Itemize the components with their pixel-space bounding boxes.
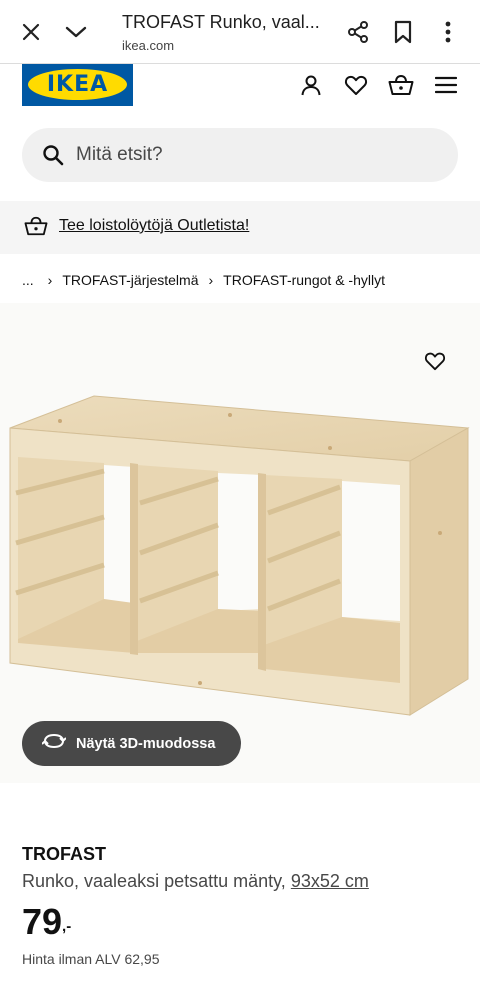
price-without-vat: Hinta ilman ALV 62,95 [22,951,160,967]
chevron-right-icon: › [47,272,53,288]
share-icon[interactable] [340,14,376,50]
product-description: Runko, vaaleaksi petsattu mänty, 93x52 c… [22,871,369,892]
shopping-bag-icon[interactable] [386,70,416,100]
breadcrumb: ... › TROFAST-järjestelmä › TROFAST-rung… [22,270,385,290]
tab-title-area: TROFAST Runko, vaal... ikea.com [122,12,322,53]
menu-icon[interactable] [431,70,461,100]
product-name: TROFAST [22,844,106,864]
product-price: 79 ,- [22,902,71,946]
site-header: IKEA [0,64,480,110]
rotate-3d-icon [41,732,67,755]
close-icon[interactable] [13,14,49,50]
chevron-down-icon[interactable] [58,14,94,50]
outlet-banner[interactable]: Tee loistolöytöjä Outletista! [0,201,480,254]
breadcrumb-item[interactable]: TROFAST-rungot & -hyllyt [223,272,385,288]
breadcrumb-item[interactable]: TROFAST-järjestelmä [62,272,198,288]
product-image[interactable] [0,303,480,783]
product-description-text: Runko, vaaleaksi petsattu mänty, [22,871,286,891]
outlet-link[interactable]: Tee loistolöytöjä Outletista! [59,217,249,235]
search-icon [42,144,64,166]
view-3d-label: Näytä 3D-muodossa [76,735,216,752]
price-main: 79 [22,901,63,942]
chevron-right-icon: › [208,272,214,288]
browser-toolbar: TROFAST Runko, vaal... ikea.com [0,0,480,64]
logo-text: IKEA [46,72,109,97]
more-vert-icon[interactable] [430,14,466,50]
product-size-link[interactable]: 93x52 cm [291,871,369,891]
search-input[interactable] [76,140,436,170]
ikea-logo[interactable]: IKEA [22,64,133,106]
view-3d-button[interactable]: Näytä 3D-muodossa [22,721,241,766]
shelf-illustration [9,395,470,716]
price-suffix: ,- [62,918,72,935]
breadcrumb-ellipsis[interactable]: ... [22,272,34,288]
shopping-bag-icon [24,215,48,239]
bookmark-icon[interactable] [385,14,421,50]
add-to-favourites-icon[interactable] [420,346,450,376]
heart-icon[interactable] [341,70,371,100]
account-icon[interactable] [296,70,326,100]
page-domain: ikea.com [122,38,175,53]
page-title: TROFAST Runko, vaal... [122,12,320,32]
search-bar[interactable] [22,128,458,182]
